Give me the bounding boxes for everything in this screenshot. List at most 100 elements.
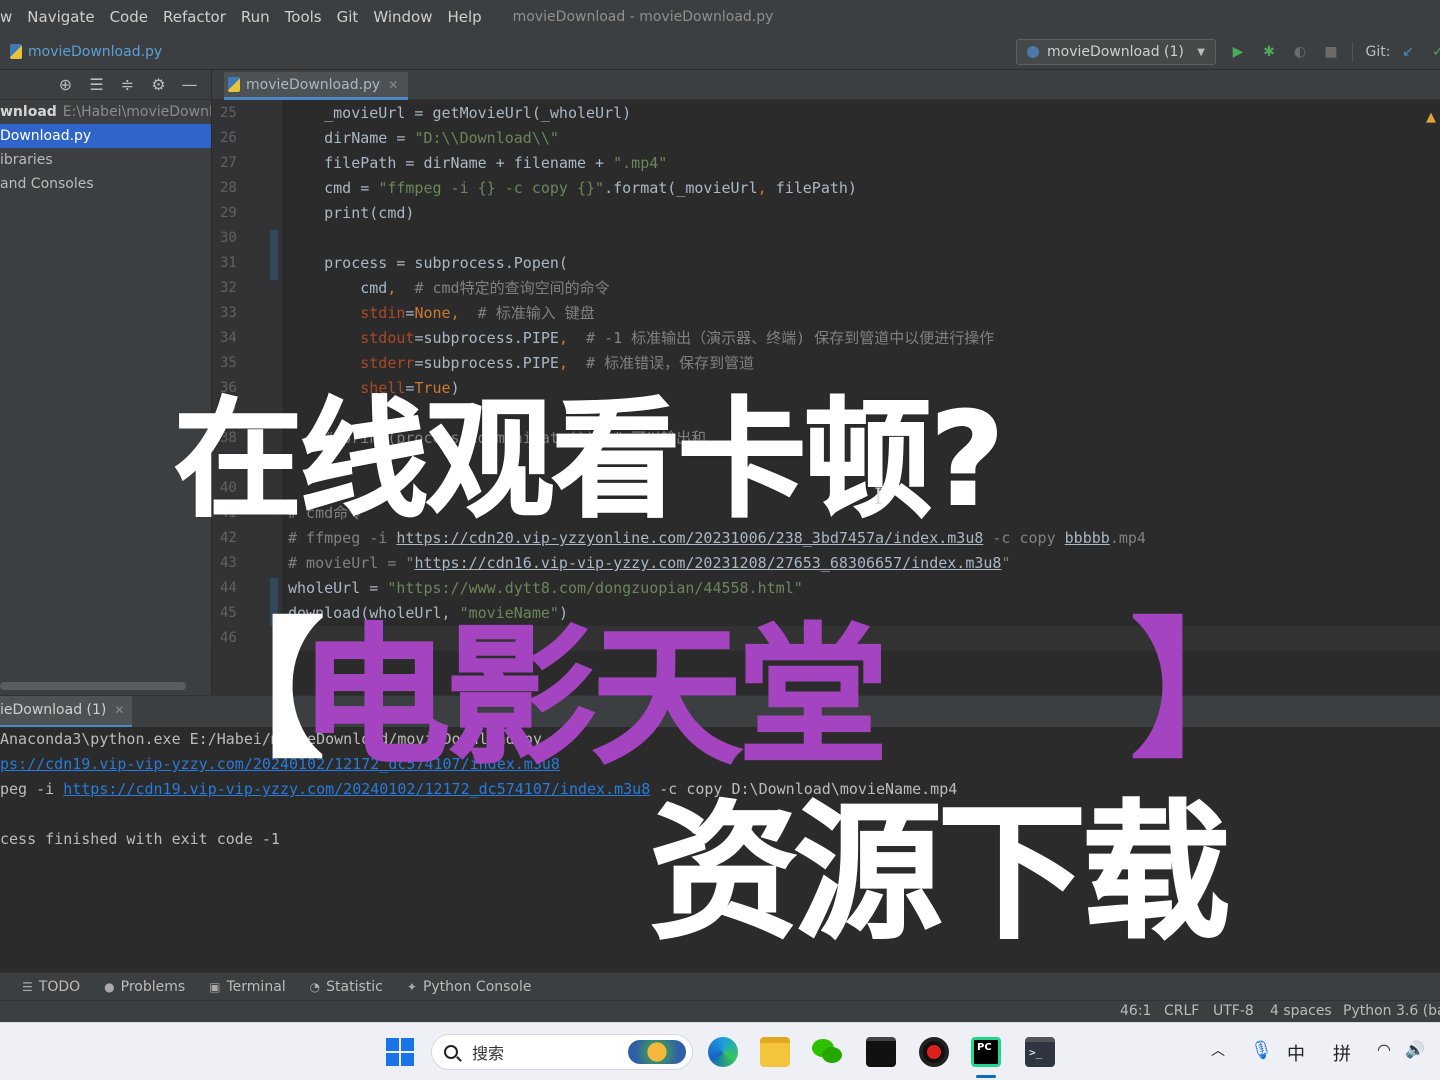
editor-tab[interactable]: movieDownload.py ✕: [224, 72, 409, 100]
recorder-icon[interactable]: [919, 1037, 949, 1067]
code-line[interactable]: 33 stdin=None, # 标准输入 键盘: [212, 301, 1440, 326]
list-icon: ☰: [22, 979, 33, 994]
git-label: Git:: [1365, 44, 1391, 60]
tree-item-scratches[interactable]: and Consoles: [0, 172, 211, 196]
tree-item-file[interactable]: Download.py: [0, 124, 211, 148]
code-token: stdin: [360, 304, 406, 322]
tool-window-problems[interactable]: ● Problems: [104, 979, 185, 995]
input-language-zh[interactable]: 中: [1287, 1040, 1305, 1066]
code-line[interactable]: 31 process = subprocess.Popen(: [212, 251, 1440, 276]
command-prompt-icon[interactable]: >_: [1025, 1037, 1055, 1067]
gear-icon[interactable]: ⚙: [143, 75, 174, 94]
file-encoding[interactable]: UTF-8: [1213, 1003, 1254, 1019]
window-title: movieDownload - movieDownload.py: [512, 9, 774, 25]
terminal-icon: ▣: [209, 979, 221, 994]
menu-item-window[interactable]: Window: [373, 8, 432, 26]
code-line[interactable]: 29 print(cmd): [212, 201, 1440, 226]
code-line[interactable]: 27 filePath = dirName + filename + ".mp4…: [212, 151, 1440, 176]
menu-item-navigate[interactable]: Navigate: [27, 8, 94, 26]
code-line[interactable]: 28 cmd = "ffmpeg -i {} -c copy {}".forma…: [212, 176, 1440, 201]
code-token: None: [414, 304, 451, 322]
run-icon[interactable]: ▶: [1228, 42, 1248, 62]
tool-window-python-console[interactable]: ✦ Python Console: [407, 979, 532, 995]
stop-icon[interactable]: ■: [1321, 42, 1341, 62]
git-update-icon[interactable]: ↙: [1398, 42, 1418, 62]
menu-bar: w Navigate Code Refactor Run Tools Git W…: [0, 0, 1440, 34]
menu-item-code[interactable]: Code: [110, 8, 148, 26]
menu-item-view[interactable]: w: [0, 8, 12, 26]
code-text: cmd = "ffmpeg -i {} -c copy {}".format(_…: [288, 176, 857, 201]
menu-item-refactor[interactable]: Refactor: [163, 8, 226, 26]
speaker-icon[interactable]: 🔊: [1405, 1040, 1425, 1059]
line-number: 30: [220, 230, 237, 246]
code-text: # movieUrl = "https://cdn16.vip-vip-yzzy…: [288, 551, 1010, 576]
code-token: # cmd特定的查询空间的命令: [414, 279, 610, 297]
debug-icon[interactable]: ✱: [1259, 42, 1279, 62]
console-line: cess finished with exit code -1: [0, 827, 280, 852]
search-icon: [444, 1045, 458, 1059]
chevron-up-icon[interactable]: ︿: [1211, 1040, 1225, 1060]
indent-setting[interactable]: 4 spaces: [1270, 1003, 1332, 1019]
tool-window-label: Python Console: [422, 978, 532, 995]
git-commit-icon[interactable]: ✓: [1428, 42, 1440, 62]
wifi-icon[interactable]: ◠: [1377, 1040, 1391, 1059]
code-token: ,: [558, 329, 587, 347]
tree-item-project-root[interactable]: wnload E:\Habei\movieDownl: [0, 100, 211, 124]
code-token: ,: [450, 304, 478, 322]
close-icon[interactable]: ✕: [114, 703, 124, 717]
line-separator[interactable]: CRLF: [1164, 1003, 1199, 1019]
code-text: stdout=subprocess.PIPE, # -1 标准输出（演示器、终端…: [288, 326, 994, 351]
active-app-indicator: [976, 1075, 996, 1078]
code-token: "ffmpeg -i {} -c copy {}": [378, 179, 605, 197]
pycharm-icon[interactable]: PC: [971, 1037, 1001, 1067]
tool-window-label: Problems: [120, 978, 186, 995]
menu-item-help[interactable]: Help: [447, 8, 481, 26]
microphone-icon[interactable]: 🎙: [1250, 1040, 1273, 1061]
line-number: 32: [220, 280, 237, 296]
input-method-pinyin[interactable]: 拼: [1333, 1040, 1351, 1066]
breadcrumb-file[interactable]: movieDownload.py: [28, 44, 162, 60]
locate-icon[interactable]: ⊕: [50, 75, 81, 94]
close-icon[interactable]: ✕: [388, 78, 398, 92]
menu-item-git[interactable]: Git: [337, 8, 359, 26]
editor-tab-bar: movieDownload.py ✕: [212, 70, 1440, 100]
menu-item-tools[interactable]: Tools: [285, 8, 322, 26]
terminal-app-icon[interactable]: [866, 1037, 896, 1067]
caret-position[interactable]: 46:1: [1120, 1003, 1151, 1019]
menu-item-run[interactable]: Run: [241, 8, 270, 26]
tree-item-libraries[interactable]: ibraries: [0, 148, 211, 172]
tool-window-label: Statistic: [326, 978, 383, 995]
collapse-all-icon[interactable]: ≑: [112, 75, 143, 94]
run-config-selector[interactable]: movieDownload (1) ▼: [1016, 39, 1216, 65]
project-root-path: E:\Habei\movieDownl: [62, 104, 211, 120]
edge-browser-icon[interactable]: [708, 1037, 738, 1067]
tool-window-statistic[interactable]: ◔ Statistic: [310, 979, 383, 995]
run-tab[interactable]: ieDownload (1) ✕: [0, 695, 133, 728]
python-file-icon: [228, 77, 240, 92]
code-line[interactable]: 34 stdout=subprocess.PIPE, # -1 标准输出（演示器…: [212, 326, 1440, 351]
hide-icon[interactable]: —: [174, 75, 205, 94]
expand-all-icon[interactable]: ☰: [81, 75, 112, 94]
line-number: 27: [220, 155, 237, 171]
code-line[interactable]: 32 cmd, # cmd特定的查询空间的命令: [212, 276, 1440, 301]
run-config-label: movieDownload (1): [1047, 44, 1184, 60]
code-line[interactable]: 25 _movieUrl = getMovieUrl(_wholeUrl): [212, 101, 1440, 126]
horizontal-scrollbar[interactable]: [0, 682, 186, 690]
windows-start-icon[interactable]: [386, 1038, 414, 1066]
tool-window-terminal[interactable]: ▣ Terminal: [209, 979, 286, 995]
code-token: print(cmd): [288, 204, 415, 222]
file-explorer-icon[interactable]: [760, 1037, 790, 1067]
line-number: 31: [220, 255, 237, 271]
python-interpreter[interactable]: Python 3.6 (ba: [1343, 1003, 1440, 1019]
code-line[interactable]: 30: [212, 226, 1440, 251]
tool-window-todo[interactable]: ☰ TODO: [22, 979, 80, 995]
wechat-icon[interactable]: [812, 1037, 842, 1067]
coverage-icon[interactable]: ◐: [1290, 42, 1310, 62]
breadcrumb[interactable]: movieDownload.py: [10, 44, 162, 60]
console-text: cess finished with exit code -1: [0, 830, 280, 848]
code-line[interactable]: 26 dirName = "D:\\Download\\": [212, 126, 1440, 151]
code-token: # 标准输入 键盘: [477, 304, 595, 322]
taskbar-search[interactable]: 搜索: [431, 1034, 693, 1070]
code-text: process = subprocess.Popen(: [288, 251, 568, 276]
